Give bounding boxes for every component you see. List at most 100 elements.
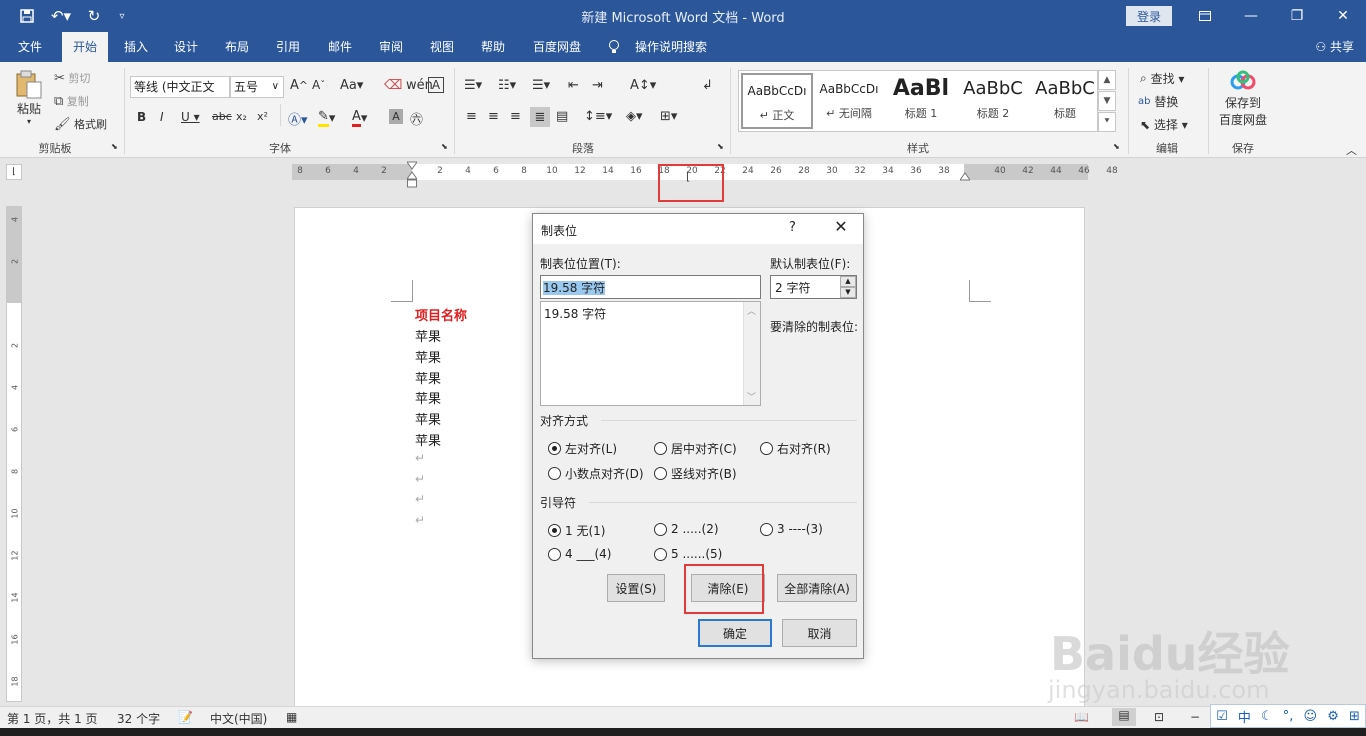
scroll-down-icon[interactable]: ﹀ — [747, 390, 756, 403]
stepper-up-icon[interactable]: ▲ — [840, 276, 856, 287]
tab-references[interactable]: 引用 — [266, 32, 310, 62]
radio-dot[interactable] — [654, 547, 667, 561]
shading-icon[interactable]: ◈▾ — [626, 109, 643, 124]
radio-dot[interactable] — [760, 522, 773, 536]
style-no-spacing[interactable]: AaBbCcDı ↵ 无间隔 — [813, 73, 885, 129]
scroll-up-icon[interactable]: ︿ — [747, 304, 756, 317]
select-button[interactable]: ⬉ 选择 ▾ — [1140, 116, 1188, 133]
ime-emoji-icon[interactable]: ☺ — [1304, 709, 1318, 724]
change-case-icon[interactable]: Aa▾ — [340, 78, 363, 93]
language-indicator[interactable]: 中文(中国) — [210, 710, 267, 727]
right-indent-icon[interactable] — [959, 170, 971, 182]
grow-font-icon[interactable]: A ^ — [290, 78, 308, 93]
radio-dot[interactable] — [548, 524, 561, 537]
ime-language[interactable]: 中 — [1238, 707, 1251, 726]
ime-settings-icon[interactable]: ☑ — [1216, 709, 1228, 724]
font-color-icon[interactable]: A ▾ — [352, 109, 367, 127]
minimize-icon[interactable]: — — [1228, 0, 1274, 32]
proofing-icon[interactable]: 📝 — [178, 710, 193, 724]
dialog-launcher-icon[interactable]: ⬊ — [441, 142, 448, 151]
subscript-icon[interactable]: x₂ — [236, 110, 247, 123]
login-button[interactable]: 登录 — [1126, 6, 1172, 26]
tab-mailings[interactable]: 邮件 — [318, 32, 362, 62]
close-window-icon[interactable]: ✕ — [1320, 0, 1366, 32]
cut-button[interactable]: ✂ 剪切 — [54, 70, 90, 86]
set-button[interactable]: 设置(S) — [607, 574, 665, 602]
tab-position-list[interactable]: 19.58 字符 ︿ ﹀ — [540, 301, 761, 406]
numbering-icon[interactable]: ☷▾ — [498, 78, 516, 93]
tab-insert[interactable]: 插入 — [114, 32, 158, 62]
dialog-launcher-icon[interactable]: ⬊ — [111, 142, 118, 151]
leader-radio-4[interactable]: 5 ......(5) — [654, 547, 722, 561]
text-effects-icon[interactable]: Ⓐ▾ — [288, 109, 308, 128]
borders-icon[interactable]: ⊞▾ — [660, 109, 677, 124]
sort-icon[interactable]: A↕▾ — [630, 78, 656, 93]
macro-icon[interactable]: ▦ — [286, 710, 297, 724]
alignment-radio-4[interactable]: 竖线对齐(B) — [654, 465, 737, 482]
scrollbar[interactable]: ︿ ﹀ — [743, 302, 760, 405]
radio-dot[interactable] — [548, 547, 561, 561]
style-heading-1[interactable]: AaBl 标题 1 — [885, 73, 957, 129]
multilevel-list-icon[interactable]: ☰▾ — [532, 78, 550, 93]
character-border-icon[interactable]: A — [428, 77, 444, 93]
strikethrough-icon[interactable]: abc — [212, 110, 232, 123]
radio-dot[interactable] — [654, 522, 667, 536]
tell-me-search[interactable]: 操作说明搜索 — [628, 32, 714, 62]
alignment-radio-0[interactable]: 左对齐(L) — [548, 440, 617, 457]
tab-help[interactable]: 帮助 — [471, 32, 515, 62]
ime-punct-icon[interactable]: °, — [1283, 709, 1294, 724]
share-button[interactable]: ⚇ 共享 — [1315, 32, 1354, 62]
web-layout-icon[interactable]: ⊡ — [1154, 710, 1164, 724]
tab-position-input[interactable]: 19.58 字符 — [540, 275, 761, 299]
leader-radio-1[interactable]: 2 .....(2) — [654, 522, 719, 536]
doc-line[interactable]: 苹果 — [415, 326, 441, 345]
list-item[interactable]: 19.58 字符 — [544, 305, 606, 322]
page-count[interactable]: 第 1 页，共 1 页 — [7, 710, 98, 727]
font-size-select[interactable]: 五号 ∨ — [230, 76, 284, 98]
line-spacing-icon[interactable]: ↕≡▾ — [584, 109, 612, 124]
tab-selector[interactable]: ⌊ — [6, 164, 22, 180]
find-button[interactable]: ⌕ 查找 ▾ — [1140, 70, 1184, 87]
style-normal[interactable]: AaBbCcDı ↵ 正文 — [741, 73, 813, 129]
leader-radio-2[interactable]: 3 ----(3) — [760, 522, 823, 536]
distributed-icon[interactable]: ▤ — [556, 109, 568, 124]
stepper-down-icon[interactable]: ▼ — [840, 287, 856, 298]
character-shading-icon[interactable]: A — [389, 109, 403, 124]
format-painter-button[interactable]: 🖌 格式刷 — [54, 116, 107, 132]
indent-markers-icon[interactable] — [406, 160, 418, 190]
decrease-indent-icon[interactable]: ⇤ — [568, 78, 579, 93]
show-marks-icon[interactable]: ↲ — [702, 78, 713, 93]
dialog-launcher-icon[interactable]: ⬊ — [1113, 142, 1120, 151]
dialog-launcher-icon[interactable]: ⬊ — [717, 142, 724, 151]
read-mode-icon[interactable]: 📖 — [1074, 710, 1089, 724]
vertical-ruler[interactable]: 4 2 2 4 6 8 10 12 14 16 18 — [6, 206, 22, 702]
replace-button[interactable]: ab 替换 — [1138, 93, 1178, 110]
tab-file[interactable]: 文件 — [8, 32, 52, 62]
align-left-icon[interactable]: ≡ — [466, 109, 477, 124]
doc-line[interactable]: 苹果 — [415, 409, 441, 428]
close-icon[interactable]: ✕ — [831, 217, 851, 236]
align-right-icon[interactable]: ≡ — [510, 109, 521, 124]
zoom-out-icon[interactable]: − — [1190, 710, 1200, 724]
ok-button[interactable]: 确定 — [698, 619, 772, 647]
ribbon-display-icon[interactable] — [1182, 0, 1228, 32]
doc-heading[interactable]: 项目名称 — [415, 305, 467, 324]
paragraph-mark[interactable]: ↵ — [415, 451, 425, 465]
enclose-characters-icon[interactable]: ㊅ — [410, 109, 423, 128]
radio-dot[interactable] — [654, 467, 667, 480]
bold-icon[interactable]: B — [137, 110, 146, 124]
leader-radio-3[interactable]: 4 ___(4) — [548, 547, 611, 561]
save-to-baidu-button[interactable]: 保存到 百度网盘 — [1218, 70, 1268, 136]
doc-line[interactable]: 苹果 — [415, 388, 441, 407]
tab-baidu-netdisk[interactable]: 百度网盘 — [524, 32, 590, 62]
bullets-icon[interactable]: ☰▾ — [464, 78, 482, 93]
shrink-font-icon[interactable]: Aˇ — [312, 78, 325, 92]
leader-radio-0[interactable]: 1 无(1) — [548, 522, 605, 539]
radio-dot[interactable] — [654, 442, 667, 455]
ime-moon-icon[interactable]: ☾ — [1261, 709, 1273, 724]
alignment-radio-1[interactable]: 居中对齐(C) — [654, 440, 737, 457]
increase-indent-icon[interactable]: ⇥ — [592, 78, 603, 93]
clear-all-button[interactable]: 全部清除(A) — [777, 574, 857, 602]
gallery-more-icon[interactable]: ⯆ — [1098, 112, 1116, 132]
alignment-radio-3[interactable]: 小数点对齐(D) — [548, 465, 644, 482]
